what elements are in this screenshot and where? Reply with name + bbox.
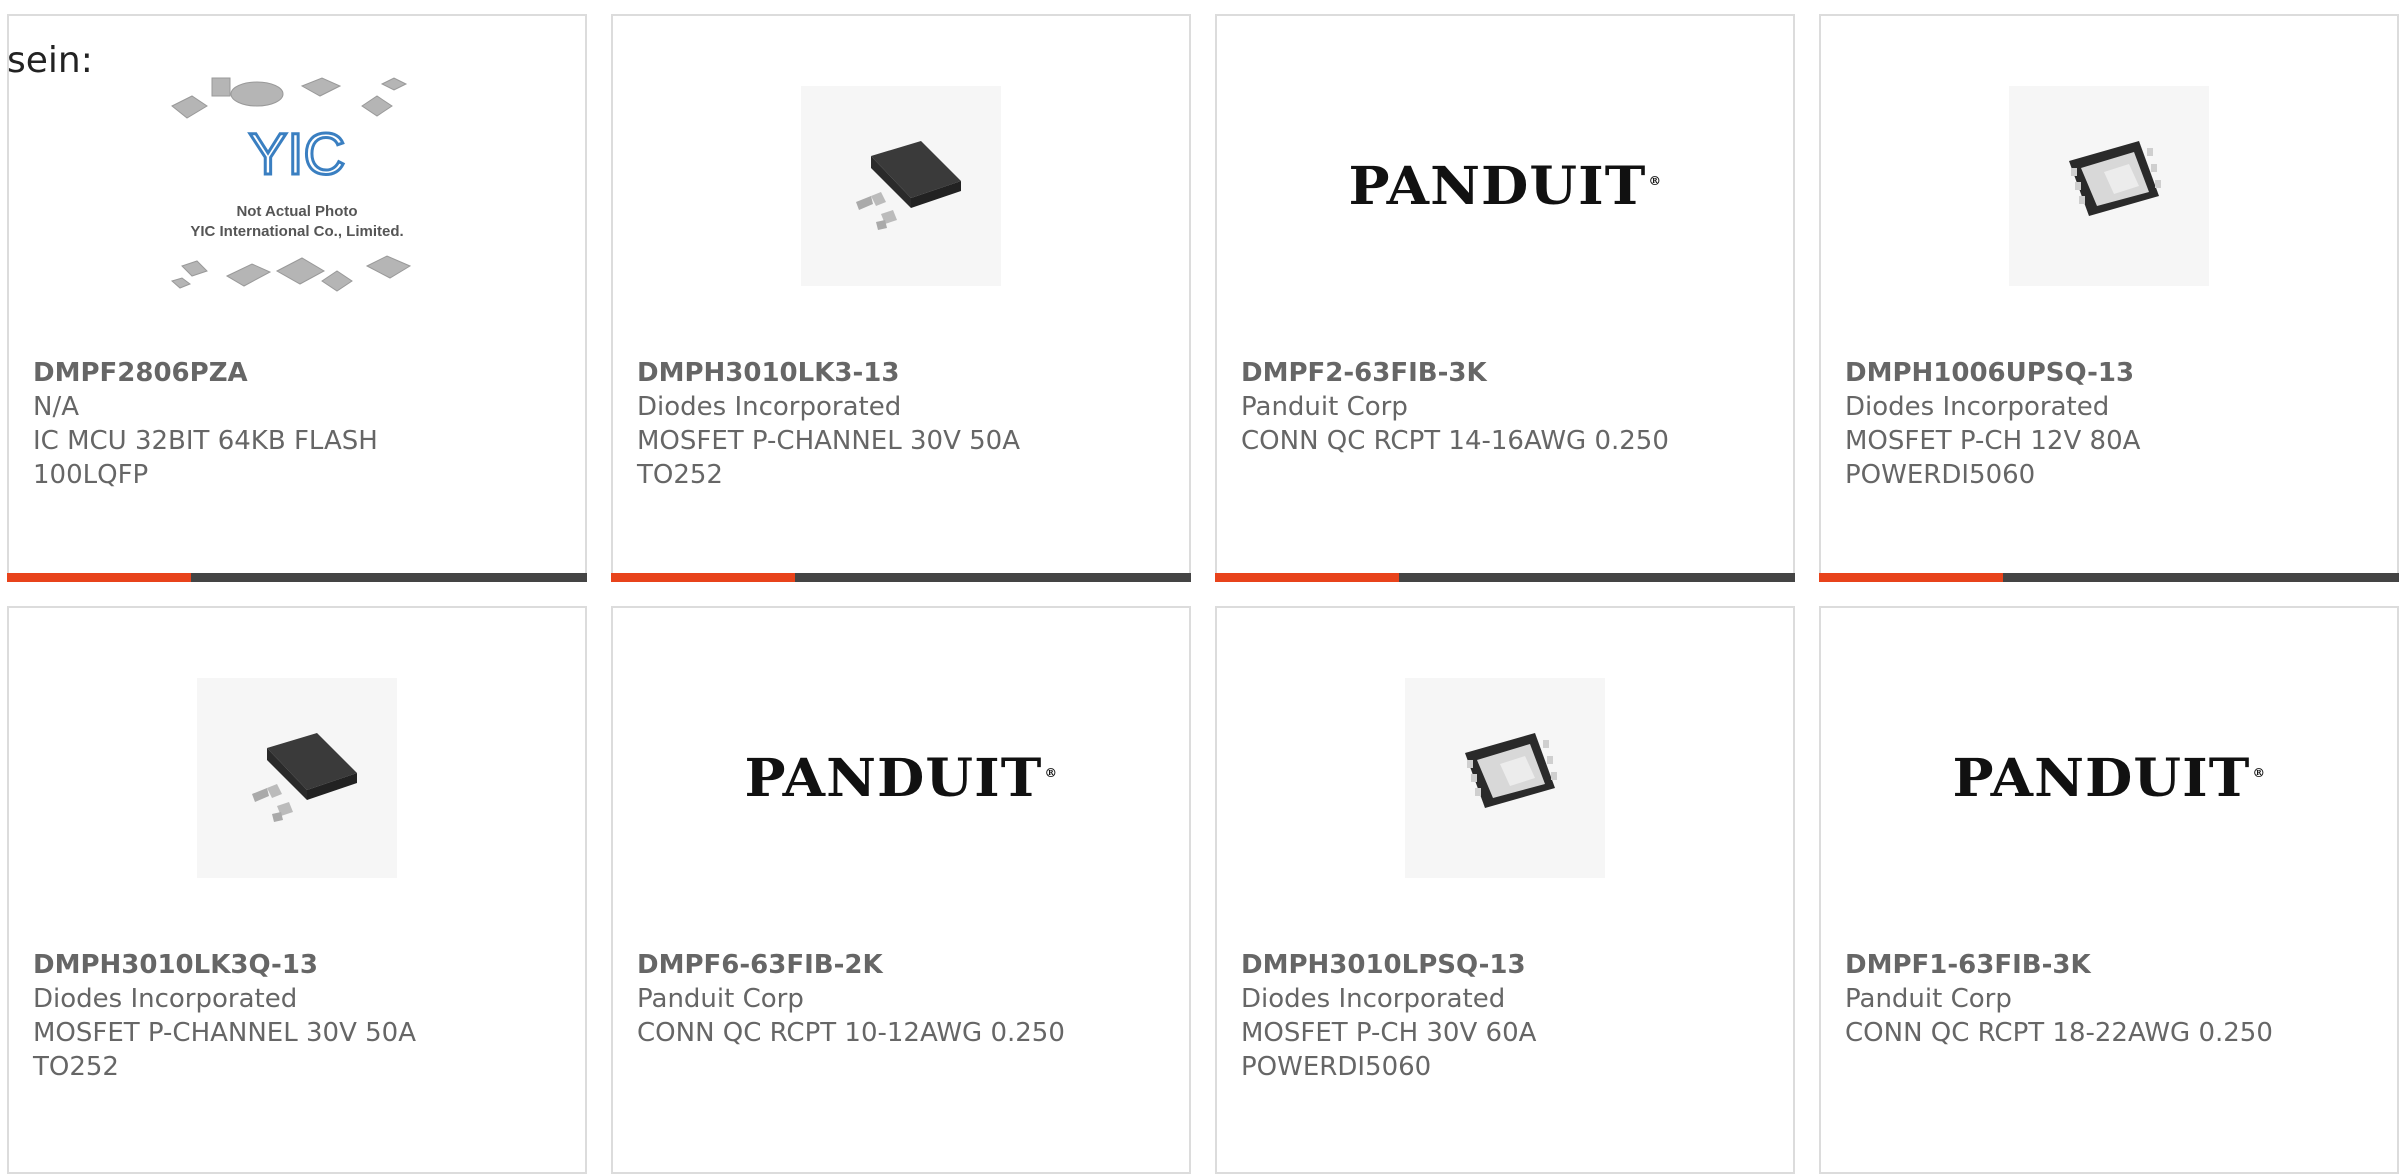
product-info: DMPF1-63FIB-3K Panduit Corp CONN QC RCPT… xyxy=(1845,948,2377,1050)
product-info: DMPH3010LPSQ-13 Diodes Incorporated MOSF… xyxy=(1241,948,1773,1084)
product-info: DMPF6-63FIB-2K Panduit Corp CONN QC RCPT… xyxy=(637,948,1169,1050)
product-image xyxy=(1821,76,2397,296)
placeholder-line-1: Not Actual Photo xyxy=(236,203,357,220)
panduit-logo-icon: PANDUIT ® xyxy=(1952,747,2266,809)
description: CONN QC RCPT 10-12AWG 0.250 xyxy=(637,1018,1065,1048)
description: CONN QC RCPT 14-16AWG 0.250 xyxy=(1241,426,1669,456)
yic-logo: YIC xyxy=(249,122,346,187)
placeholder-line-2: YIC International Co., Limited. xyxy=(190,223,403,240)
part-number[interactable]: DMPF1-63FIB-3K xyxy=(1845,948,2377,982)
package: 100LQFP xyxy=(33,460,149,490)
package: POWERDI5060 xyxy=(1241,1052,1432,1082)
placeholder-photo-icon: YIC Not Actual Photo YIC International C… xyxy=(170,77,412,292)
manufacturer: Diodes Incorporated xyxy=(1241,984,1506,1014)
product-image: PANDUIT ® xyxy=(1821,668,2397,888)
card-accent-bar xyxy=(611,573,795,582)
part-number[interactable]: DMPF6-63FIB-2K xyxy=(637,948,1169,982)
card-accent-bar xyxy=(7,573,191,582)
powerdi-package-icon xyxy=(1405,678,1605,878)
package: TO252 xyxy=(637,460,723,490)
product-card[interactable]: DMPH3010LPSQ-13 Diodes Incorporated MOSF… xyxy=(1215,606,1795,1174)
description: MOSFET P-CH 30V 60A xyxy=(1241,1018,1537,1048)
to252-package-icon xyxy=(197,678,397,878)
product-card[interactable]: DMPH1006UPSQ-13 Diodes Incorporated MOSF… xyxy=(1819,14,2399,582)
manufacturer: N/A xyxy=(33,392,79,422)
product-card[interactable]: PANDUIT ® DMPF2-63FIB-3K Panduit Corp CON… xyxy=(1215,14,1795,582)
product-card[interactable]: PANDUIT ® DMPF1-63FIB-3K Panduit Corp CON… xyxy=(1819,606,2399,1174)
card-accent-bar xyxy=(1819,573,2003,582)
product-image: YIC Not Actual Photo YIC International C… xyxy=(9,76,585,296)
product-info: DMPF2806PZA N/A IC MCU 32BIT 64KB FLASH … xyxy=(33,356,565,492)
card-bottom-bar xyxy=(1215,573,1795,582)
panduit-logo-icon: PANDUIT ® xyxy=(744,747,1058,809)
description: MOSFET P-CHANNEL 30V 50A xyxy=(33,1018,416,1048)
product-info: DMPF2-63FIB-3K Panduit Corp CONN QC RCPT… xyxy=(1241,356,1773,458)
product-card[interactable]: PANDUIT ® DMPF6-63FIB-2K Panduit Corp CON… xyxy=(611,606,1191,1174)
manufacturer: Panduit Corp xyxy=(1241,392,1408,422)
description: IC MCU 32BIT 64KB FLASH xyxy=(33,426,378,456)
package: TO252 xyxy=(33,1052,119,1082)
manufacturer: Diodes Incorporated xyxy=(1845,392,2110,422)
part-number[interactable]: DMPH3010LK3-13 xyxy=(637,356,1169,390)
to252-package-icon xyxy=(801,86,1001,286)
sein-label: sein: xyxy=(7,40,93,81)
package: POWERDI5060 xyxy=(1845,460,2036,490)
product-image xyxy=(1217,668,1793,888)
card-bottom-bar xyxy=(611,573,1191,582)
description: MOSFET P-CHANNEL 30V 50A xyxy=(637,426,1020,456)
product-card[interactable]: DMPH3010LK3Q-13 Diodes Incorporated MOSF… xyxy=(7,606,587,1174)
description: MOSFET P-CH 12V 80A xyxy=(1845,426,2141,456)
card-bottom-bar xyxy=(1819,573,2399,582)
product-info: DMPH3010LK3Q-13 Diodes Incorporated MOSF… xyxy=(33,948,565,1084)
product-info: DMPH3010LK3-13 Diodes Incorporated MOSFE… xyxy=(637,356,1169,492)
manufacturer: Panduit Corp xyxy=(1845,984,2012,1014)
product-grid: YIC Not Actual Photo YIC International C… xyxy=(7,14,2399,1174)
product-image xyxy=(613,76,1189,296)
product-info: DMPH1006UPSQ-13 Diodes Incorporated MOSF… xyxy=(1845,356,2377,492)
product-card[interactable]: YIC Not Actual Photo YIC International C… xyxy=(7,14,587,582)
product-image xyxy=(9,668,585,888)
manufacturer: Diodes Incorporated xyxy=(637,392,902,422)
product-image: PANDUIT ® xyxy=(613,668,1189,888)
card-accent-bar xyxy=(1215,573,1399,582)
product-card[interactable]: DMPH3010LK3-13 Diodes Incorporated MOSFE… xyxy=(611,14,1191,582)
powerdi-package-icon xyxy=(2009,86,2209,286)
manufacturer: Diodes Incorporated xyxy=(33,984,298,1014)
card-bottom-bar xyxy=(7,573,587,582)
part-number[interactable]: DMPH3010LK3Q-13 xyxy=(33,948,565,982)
part-number[interactable]: DMPF2-63FIB-3K xyxy=(1241,356,1773,390)
part-number[interactable]: DMPF2806PZA xyxy=(33,356,565,390)
part-number[interactable]: DMPH1006UPSQ-13 xyxy=(1845,356,2377,390)
manufacturer: Panduit Corp xyxy=(637,984,804,1014)
part-number[interactable]: DMPH3010LPSQ-13 xyxy=(1241,948,1773,982)
product-image: PANDUIT ® xyxy=(1217,76,1793,296)
panduit-logo-icon: PANDUIT ® xyxy=(1348,155,1662,217)
description: CONN QC RCPT 18-22AWG 0.250 xyxy=(1845,1018,2273,1048)
